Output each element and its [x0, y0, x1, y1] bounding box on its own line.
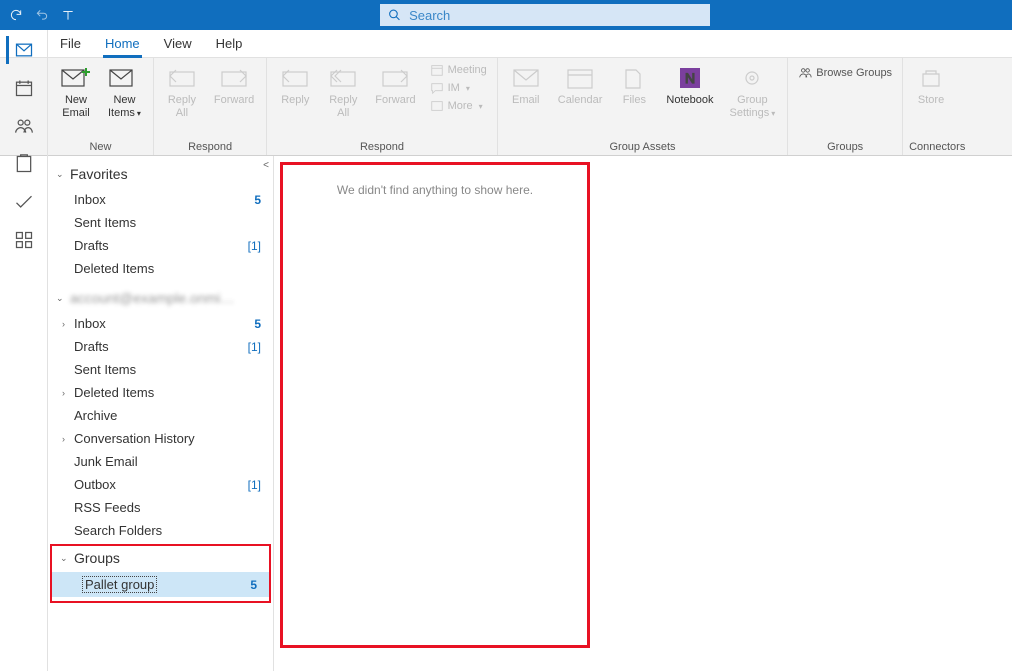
folder-deleted-items[interactable]: ›Deleted Items: [48, 381, 273, 404]
reply-all-button-2: ReplyAll: [321, 62, 365, 121]
ribbon-group-groups: Browse Groups Groups: [788, 58, 903, 155]
notebook-icon: N: [674, 64, 706, 92]
groups-header[interactable]: ⌄Groups: [52, 546, 269, 572]
svg-text:N: N: [685, 70, 695, 86]
forward-button: Forward: [208, 62, 260, 109]
forward-button-2: Forward: [369, 62, 421, 109]
meeting-icon: [430, 63, 444, 77]
tab-view[interactable]: View: [152, 30, 204, 57]
favorites-header[interactable]: ⌄Favorites: [48, 156, 273, 188]
rail-mail[interactable]: [6, 36, 38, 64]
asset-notebook-button[interactable]: NNotebook: [660, 62, 719, 109]
tasks-icon: [14, 154, 34, 174]
group-settings-button: GroupSettings▾: [723, 62, 781, 121]
store-icon: [915, 64, 947, 92]
todo-icon: [14, 192, 34, 212]
reply-button: ReplyAll: [160, 62, 204, 121]
grid-icon: [14, 230, 34, 250]
folder-drafts[interactable]: Drafts[1]: [48, 335, 273, 358]
empty-message: We didn't find anything to show here.: [293, 183, 577, 197]
tab-file[interactable]: File: [48, 30, 93, 57]
gear-icon: [736, 64, 768, 92]
tab-home[interactable]: Home: [93, 30, 152, 57]
left-rail: [0, 30, 48, 671]
folder-sent-items[interactable]: Sent Items: [48, 211, 273, 234]
chevron-down-icon: ⌄: [56, 293, 66, 304]
folder-rss-feeds[interactable]: RSS Feeds: [48, 496, 273, 519]
search-input[interactable]: [409, 8, 702, 23]
ribbon-group-connectors: Store Connectors: [903, 58, 971, 155]
folder-sent-items[interactable]: Sent Items: [48, 358, 273, 381]
more-button: More▾: [426, 98, 491, 114]
chevron-right-icon: ›: [62, 319, 72, 329]
rail-more[interactable]: [8, 226, 40, 254]
chevron-down-icon: ⌄: [56, 169, 66, 180]
rail-people[interactable]: [8, 112, 40, 140]
refresh-icon[interactable]: [6, 5, 26, 25]
rail-todo[interactable]: [8, 188, 40, 216]
folder-archive[interactable]: Archive: [48, 404, 273, 427]
new-items-button[interactable]: NewItems▾: [102, 62, 147, 121]
search-icon: [388, 8, 401, 22]
folder-inbox[interactable]: Inbox5: [48, 188, 273, 211]
account-header[interactable]: ⌄account@example.onmi…: [48, 280, 273, 312]
more-icon: [430, 99, 444, 113]
forward-icon: [218, 64, 250, 92]
folder-drafts[interactable]: Drafts[1]: [48, 234, 273, 257]
ribbon-group-respond1: ReplyAll Forward Respond: [154, 58, 267, 155]
rail-calendar[interactable]: [8, 74, 40, 102]
chevron-right-icon: ›: [62, 388, 72, 398]
calendar-icon: [564, 64, 596, 92]
chevron-down-icon: ⌄: [60, 553, 70, 564]
asset-calendar-button: Calendar: [552, 62, 609, 109]
search-box[interactable]: [380, 4, 710, 26]
ribbon-group-respond2: Reply ReplyAll Forward Meeting IM▾ More▾…: [267, 58, 497, 155]
folder-deleted-items[interactable]: Deleted Items: [48, 257, 273, 280]
groups-highlight-box: ⌄Groups Pallet group5: [50, 544, 271, 603]
folder-junk-email[interactable]: Junk Email: [48, 450, 273, 473]
files-icon: [618, 64, 650, 92]
title-bar: [0, 0, 1012, 30]
im-icon: [430, 81, 444, 95]
content-pane: We didn't find anything to show here.: [274, 156, 1012, 671]
folder-inbox[interactable]: ›Inbox5: [48, 312, 273, 335]
chevron-right-icon: ›: [62, 434, 72, 444]
mail-icon: [14, 40, 34, 60]
im-button: IM▾: [426, 80, 491, 96]
calendar-icon: [14, 78, 34, 98]
reply-icon: [279, 64, 311, 92]
tab-help[interactable]: Help: [204, 30, 255, 57]
envelope-icon: [510, 64, 542, 92]
ribbon-group-new: NewEmail NewItems▾ New: [48, 58, 154, 155]
rail-tasks[interactable]: [8, 150, 40, 178]
message-list-highlight-box: We didn't find anything to show here.: [280, 162, 590, 648]
new-email-icon: [60, 64, 92, 92]
asset-email-button: Email: [504, 62, 548, 109]
customize-qat-icon[interactable]: [58, 5, 78, 25]
reply-icon: [166, 64, 198, 92]
collapse-folder-pane-icon[interactable]: <: [263, 160, 269, 171]
folder-conversation-history[interactable]: ›Conversation History: [48, 427, 273, 450]
people-icon: [798, 66, 812, 80]
reply-all-icon: [327, 64, 359, 92]
meeting-button: Meeting: [426, 62, 491, 78]
reply-button-2: Reply: [273, 62, 317, 109]
browse-groups-button[interactable]: Browse Groups: [794, 62, 896, 81]
ribbon-tabs: File Home View Help: [0, 30, 1012, 58]
forward-icon: [379, 64, 411, 92]
folder-outbox[interactable]: Outbox[1]: [48, 473, 273, 496]
asset-files-button: Files: [612, 62, 656, 109]
ribbon-group-assets: Email Calendar Files NNotebook GroupSett…: [498, 58, 789, 155]
new-email-button[interactable]: NewEmail: [54, 62, 98, 121]
folder-search-folders[interactable]: Search Folders: [48, 519, 273, 542]
ribbon: NewEmail NewItems▾ New ReplyAll Forward …: [0, 58, 1012, 156]
undo-icon[interactable]: [32, 5, 52, 25]
folder-pane: < ⌄Favorites Inbox5Sent ItemsDrafts[1]De…: [48, 156, 274, 671]
store-button: Store: [909, 62, 953, 109]
new-items-icon: [108, 64, 140, 92]
folder-pallet-group[interactable]: Pallet group5: [52, 572, 269, 597]
people-icon: [14, 116, 34, 136]
